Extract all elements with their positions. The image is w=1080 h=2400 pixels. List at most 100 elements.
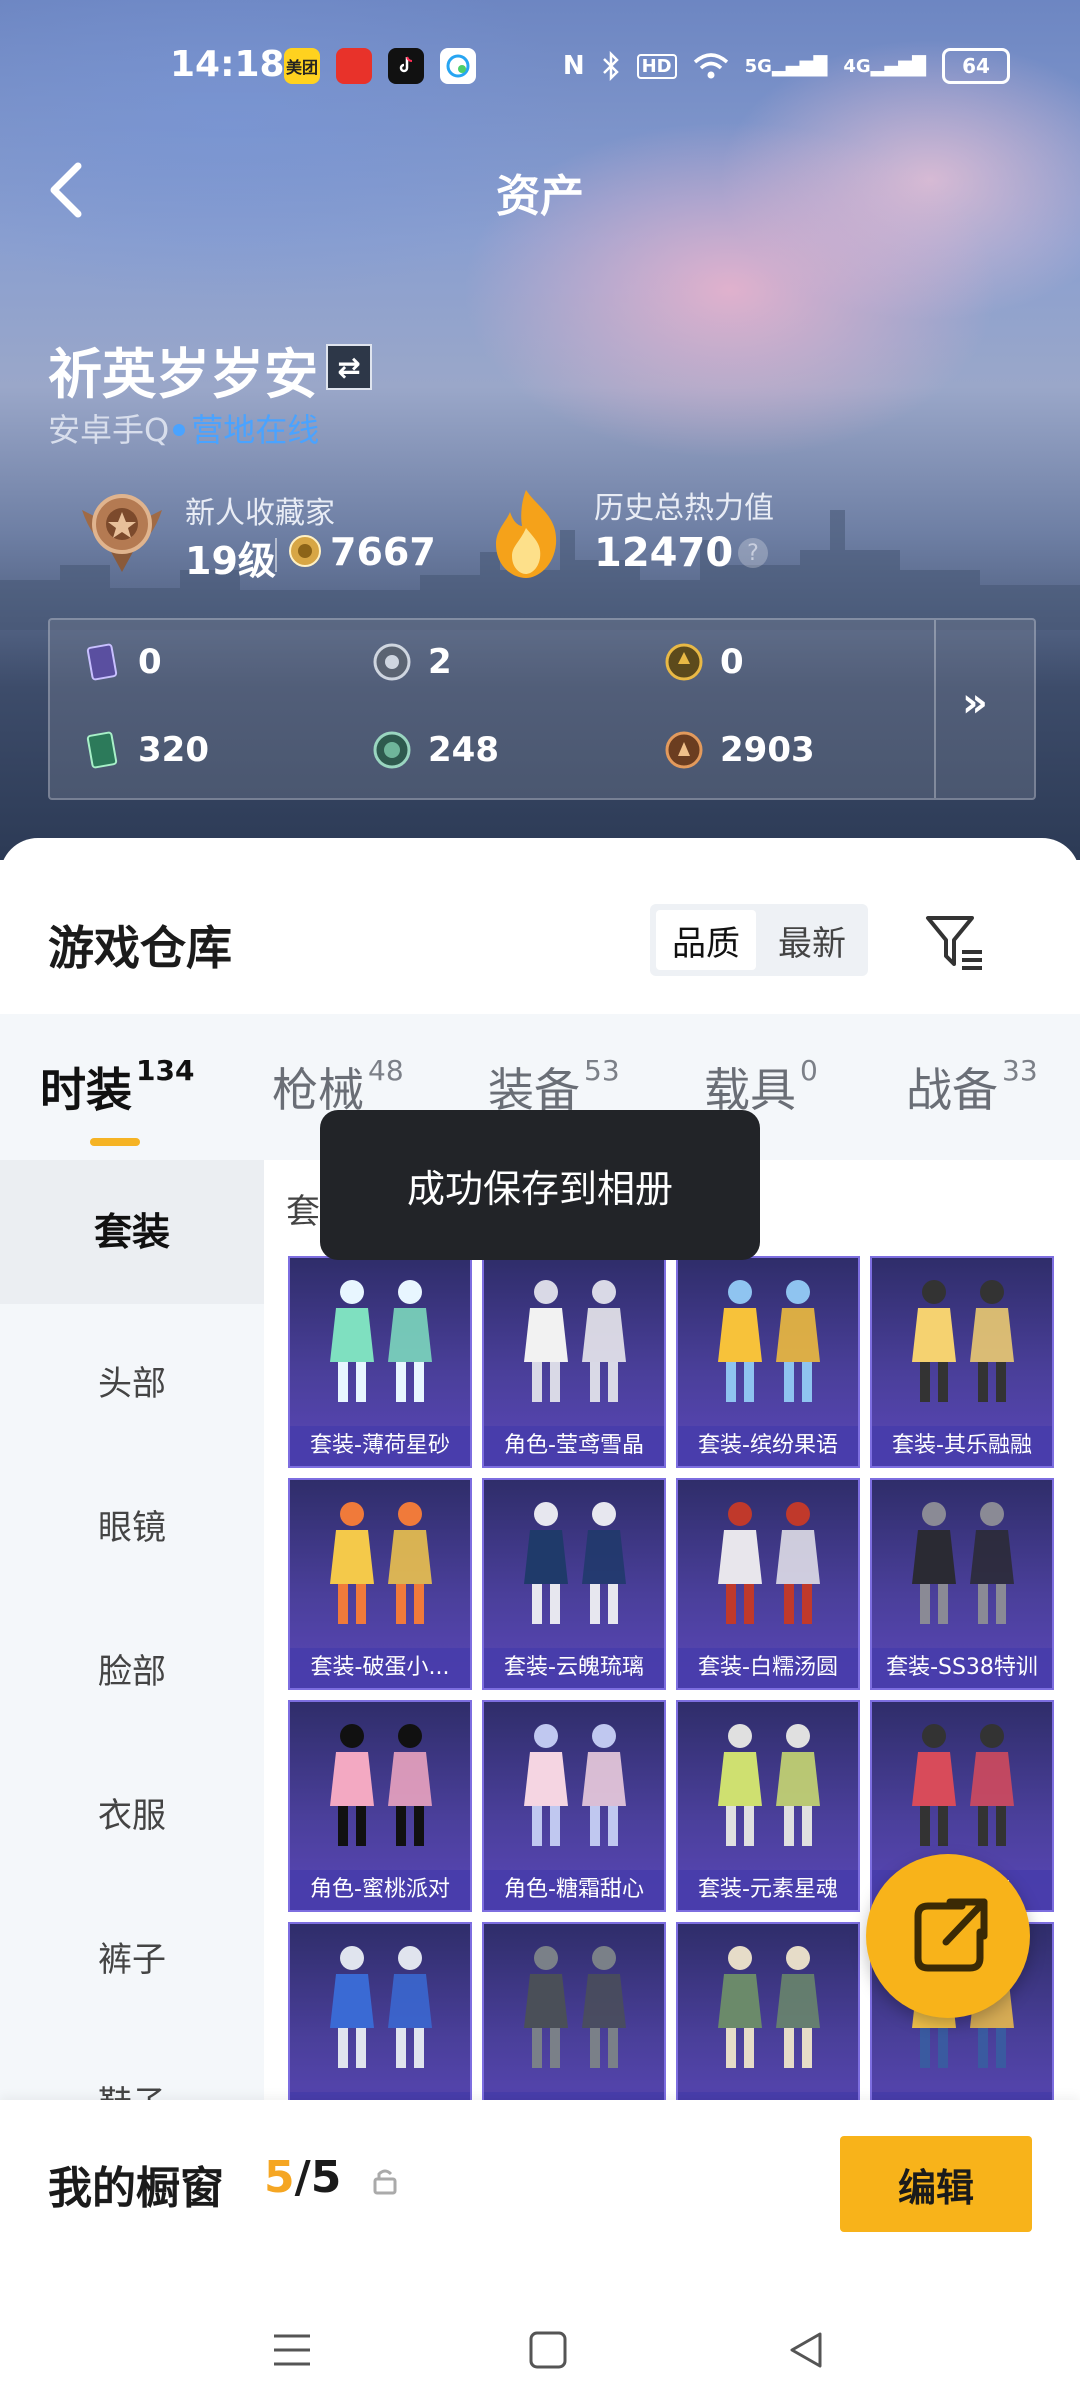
divider	[934, 620, 936, 798]
item-name: 套装-元素星魂	[678, 1870, 858, 1910]
sidebar-item-face[interactable]: 脸部	[0, 1644, 264, 1693]
outfit-thumbnail	[718, 1502, 820, 1624]
item-card[interactable]: 套装-其乐融融	[870, 1256, 1054, 1468]
outfit-thumbnail	[524, 1946, 626, 2068]
item-name: 角色-糖霜甜心	[484, 1870, 664, 1910]
showcase-count: 5/5	[264, 2152, 342, 2203]
back-nav-icon[interactable]	[784, 2328, 828, 2372]
toast-message: 成功保存到相册	[320, 1110, 760, 1260]
resource-green-card: 320	[82, 730, 209, 770]
lock-icon	[373, 2169, 397, 2195]
outfit-thumbnail	[912, 1502, 1014, 1624]
heat-title: 历史总热力值	[594, 491, 774, 526]
resource-bronze: 2903	[664, 730, 815, 770]
heat-value: 12470	[594, 530, 734, 576]
share-icon	[914, 1898, 988, 1972]
outfit-thumbnail	[330, 1724, 432, 1846]
sidebar-item-pants[interactable]: 裤子	[0, 1932, 264, 1981]
divider	[275, 538, 277, 572]
bronze-coin-icon	[665, 731, 703, 769]
resource-value: 0	[138, 642, 162, 682]
resource-value: 2903	[720, 730, 815, 770]
warehouse-title: 游戏仓库	[48, 921, 232, 975]
status-time: 14:18	[170, 44, 285, 85]
online-dot-icon	[173, 424, 186, 436]
outfit-thumbnail	[524, 1502, 626, 1624]
signal-4g-icon: 4G▂▄▆█	[843, 55, 926, 77]
item-card[interactable]: 角色-糖霜甜心	[482, 1700, 666, 1912]
switch-account-icon[interactable]: ⇄	[326, 344, 372, 390]
outfit-thumbnail	[912, 1724, 1014, 1846]
sort-newest-option[interactable]: 最新	[762, 910, 862, 970]
resource-value: 0	[720, 642, 744, 682]
chat-app-icon	[440, 48, 476, 84]
wifi-icon	[693, 53, 728, 79]
item-name: 套装-云魄琉璃	[484, 1648, 664, 1688]
item-card[interactable]: 套装-云魄琉璃	[482, 1478, 666, 1690]
item-card[interactable]: 套装-白糯汤圆	[676, 1478, 860, 1690]
outfit-thumbnail	[524, 1280, 626, 1402]
item-name: 套装-薄荷星砂	[290, 1426, 470, 1466]
purple-card-icon	[86, 643, 118, 681]
sort-toggle: 品质 最新	[650, 904, 868, 976]
outfit-thumbnail	[718, 1280, 820, 1402]
gold-token-icon	[665, 643, 703, 681]
item-name: 角色-莹鸢雪晶	[484, 1426, 664, 1466]
status-icons: N HD 5G▂▄▆█ 4G▂▄▆█ 64	[563, 48, 1010, 84]
item-card[interactable]: 角色-莹鸢雪晶	[482, 1256, 666, 1468]
resource-value: 248	[428, 730, 499, 770]
status-bar: 14:18 美团 N HD 5G▂▄▆█ 4G▂▄▆█ 64	[0, 40, 1080, 96]
sort-quality-option[interactable]: 品质	[656, 910, 756, 970]
outfit-thumbnail	[718, 1724, 820, 1846]
item-card[interactable]: 角色-蜜桃派对	[288, 1700, 472, 1912]
section-label: 套	[286, 1192, 320, 1232]
tab-supplies[interactable]: 战备 33	[906, 1054, 1038, 1120]
outfit-thumbnail	[912, 1280, 1014, 1402]
help-icon[interactable]: ?	[738, 538, 768, 568]
item-card[interactable]: 套装-元素星魂	[676, 1700, 860, 1912]
collector-medal-icon	[82, 494, 162, 572]
item-name: 套装-破蛋小...	[290, 1648, 470, 1688]
green-card-icon	[86, 731, 118, 769]
player-name: 祈英岁岁安	[48, 343, 318, 406]
nfc-icon: N	[562, 51, 585, 81]
app-notification-icon	[336, 48, 372, 84]
item-card[interactable]: 套装-缤纷果语	[676, 1256, 860, 1468]
item-card[interactable]: 套装-薄荷星砂	[288, 1256, 472, 1468]
active-tab-indicator	[90, 1138, 140, 1146]
tab-fashion[interactable]: 时装 134	[40, 1054, 194, 1120]
sidebar-item-glasses[interactable]: 眼镜	[0, 1500, 264, 1549]
battery-icon: 64	[942, 48, 1010, 84]
resource-gold: 0	[664, 642, 744, 682]
showcase-label: 我的橱窗	[48, 2163, 224, 2214]
item-name: 套装-其乐融融	[872, 1426, 1052, 1466]
outfit-thumbnail	[330, 1946, 432, 2068]
share-button[interactable]	[866, 1854, 1030, 2018]
outfit-thumbnail	[524, 1724, 626, 1846]
platform-label: 安卓手Q	[48, 411, 170, 449]
meituan-app-icon: 美团	[284, 48, 320, 84]
filter-icon[interactable]	[922, 910, 988, 976]
item-card[interactable]: 套装-SS38特训	[870, 1478, 1054, 1690]
resources-panel[interactable]: 0 2 0 320 248 2903 »	[48, 618, 1036, 800]
sidebar-item-head[interactable]: 头部	[0, 1356, 264, 1405]
sidebar-item-clothes[interactable]: 衣服	[0, 1788, 264, 1837]
system-nav-bar	[0, 2300, 1080, 2400]
menu-icon[interactable]	[270, 2330, 314, 2370]
outfit-thumbnail	[330, 1502, 432, 1624]
sidebar-item-outfit[interactable]: 套装	[0, 1160, 264, 1304]
item-card[interactable]: 套装-破蛋小...	[288, 1478, 472, 1690]
online-status: 营地在线	[191, 411, 320, 449]
flame-icon	[496, 490, 557, 578]
jade-coin-icon	[373, 731, 411, 769]
tiktok-icon	[388, 48, 424, 84]
home-icon[interactable]	[526, 2328, 570, 2372]
signal-5g-icon: 5G▂▄▆█	[744, 55, 828, 77]
outfit-thumbnail	[330, 1280, 432, 1402]
bluetooth-icon	[602, 51, 619, 81]
item-name: 套装-白糯汤圆	[678, 1648, 858, 1688]
item-name: 套装-SS38特训	[872, 1648, 1052, 1688]
edit-button[interactable]: 编辑	[840, 2136, 1032, 2232]
resource-card: 0	[82, 642, 162, 682]
more-resources-icon[interactable]: »	[962, 680, 988, 726]
